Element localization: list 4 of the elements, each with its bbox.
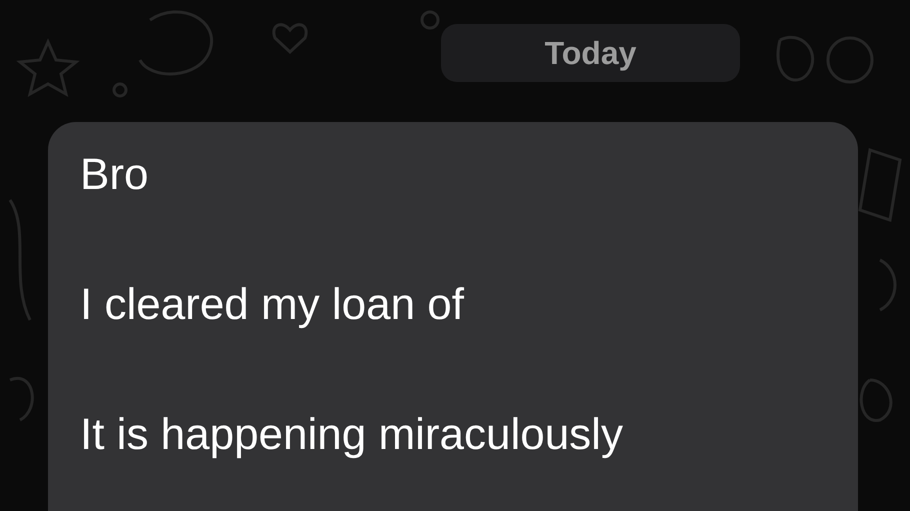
message-text: I cleared my loan of — [80, 279, 465, 331]
message-text: Bro — [80, 149, 150, 201]
date-divider: Today — [441, 24, 740, 82]
message-text: It is happening miraculously — [80, 409, 624, 461]
